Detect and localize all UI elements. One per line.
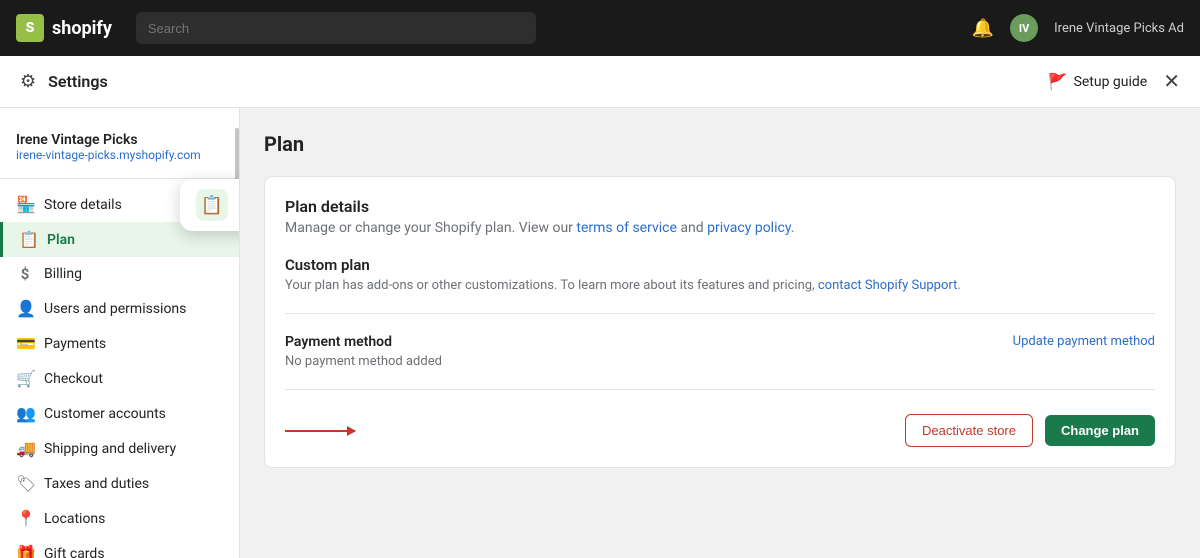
- change-plan-button[interactable]: Change plan: [1045, 415, 1155, 446]
- sidebar-item-label: Shipping and delivery: [44, 441, 176, 457]
- page-title: Plan: [264, 132, 1176, 156]
- custom-plan-desc-suffix: .: [957, 278, 960, 293]
- plan-details-desc: Manage or change your Shopify plan. View…: [285, 220, 1155, 236]
- update-payment-method-link[interactable]: Update payment method: [1013, 334, 1155, 349]
- avatar: IV: [1010, 14, 1038, 42]
- search-container: [136, 12, 536, 44]
- contact-shopify-support-link[interactable]: contact Shopify Support: [818, 278, 958, 293]
- sidebar: Irene Vintage Picks irene-vintage-picks.…: [0, 108, 240, 558]
- plan-icon: 📋: [19, 230, 37, 249]
- actions-row: Deactivate store Change plan: [285, 410, 1155, 447]
- plan-details-desc-text: Manage or change your Shopify plan. View…: [285, 220, 576, 236]
- locations-icon: 📍: [16, 509, 34, 528]
- setup-guide-button[interactable]: 🚩 Setup guide: [1048, 72, 1148, 91]
- store-name: Irene Vintage Picks: [16, 132, 223, 148]
- logo-icon: S: [16, 14, 44, 42]
- content-area: Plan Plan details Manage or change your …: [240, 108, 1200, 558]
- plan-details-card: Plan details Manage or change your Shopi…: [264, 176, 1176, 468]
- close-button[interactable]: ✕: [1163, 69, 1180, 94]
- notifications-icon[interactable]: 🔔: [972, 18, 994, 39]
- callout-plan-icon: 📋: [196, 189, 228, 221]
- payment-method-section: Payment method No payment method added U…: [285, 334, 1155, 390]
- search-input[interactable]: [136, 12, 536, 44]
- store-details-icon: 🏪: [16, 195, 34, 214]
- sidebar-item-label: Taxes and duties: [44, 476, 149, 492]
- users-icon: 👤: [16, 299, 34, 318]
- main-layout: Irene Vintage Picks irene-vintage-picks.…: [0, 108, 1200, 558]
- settings-bar-right: 🚩 Setup guide ✕: [1048, 69, 1180, 94]
- arrow-line: [285, 430, 355, 432]
- sidebar-item-shipping-and-delivery[interactable]: 🚚 Shipping and delivery: [0, 431, 239, 466]
- nav-item-plan-wrapper: 🏪 Store details 📋 Plan 📋 Plan: [0, 187, 239, 257]
- billing-icon: $: [16, 265, 34, 283]
- sidebar-item-checkout[interactable]: 🛒 Checkout: [0, 361, 239, 396]
- callout-label: Plan: [238, 196, 240, 214]
- payment-method-label: Payment method: [285, 334, 442, 350]
- user-label: Irene Vintage Picks Ad: [1054, 21, 1184, 36]
- sidebar-item-gift-cards[interactable]: 🎁 Gift cards: [0, 536, 239, 558]
- custom-plan-desc: Your plan has add-ons or other customiza…: [285, 278, 1155, 293]
- sidebar-item-locations[interactable]: 📍 Locations: [0, 501, 239, 536]
- plan-details-and-text: and: [677, 220, 707, 236]
- plan-callout: 📋 Plan: [180, 179, 240, 231]
- settings-title: Settings: [48, 72, 108, 91]
- settings-bar: ⚙ Settings 🚩 Setup guide ✕: [0, 56, 1200, 108]
- sidebar-item-label: Checkout: [44, 371, 103, 387]
- sidebar-item-label: Customer accounts: [44, 406, 166, 422]
- sidebar-item-label: Billing: [44, 266, 82, 282]
- sidebar-item-users-and-permissions[interactable]: 👤 Users and permissions: [0, 291, 239, 326]
- payment-method-info: Payment method No payment method added: [285, 334, 442, 369]
- plan-details-suffix: .: [791, 220, 795, 236]
- sidebar-item-label: Store details: [44, 197, 122, 213]
- setup-guide-label: Setup guide: [1074, 74, 1148, 90]
- customer-accounts-icon: 👥: [16, 404, 34, 423]
- terms-of-service-link[interactable]: terms of service: [576, 220, 677, 236]
- logo: S shopify: [16, 14, 112, 42]
- sidebar-item-label: Plan: [47, 232, 75, 248]
- sidebar-item-label: Locations: [44, 511, 105, 527]
- shipping-icon: 🚚: [16, 439, 34, 458]
- gift-cards-icon: 🎁: [16, 544, 34, 558]
- checkout-icon: 🛒: [16, 369, 34, 388]
- payments-icon: 💳: [16, 334, 34, 353]
- flag-icon: 🚩: [1048, 72, 1068, 91]
- deactivate-store-button[interactable]: Deactivate store: [905, 414, 1033, 447]
- custom-plan-name: Custom plan: [285, 256, 1155, 274]
- sidebar-item-taxes-and-duties[interactable]: 🏷 Taxes and duties: [0, 466, 239, 501]
- store-url[interactable]: irene-vintage-picks.myshopify.com: [16, 148, 223, 162]
- custom-plan-desc-prefix: Your plan has add-ons or other customiza…: [285, 278, 818, 293]
- store-info: Irene Vintage Picks irene-vintage-picks.…: [0, 124, 239, 179]
- taxes-icon: 🏷: [16, 474, 34, 493]
- payment-method-value: No payment method added: [285, 354, 442, 369]
- sidebar-item-label: Users and permissions: [44, 301, 186, 317]
- sidebar-item-label: Payments: [44, 336, 106, 352]
- sidebar-item-billing[interactable]: $ Billing: [0, 257, 239, 291]
- gear-icon: ⚙: [20, 71, 36, 92]
- privacy-policy-link[interactable]: privacy policy: [707, 220, 791, 236]
- topbar: S shopify 🔔 IV Irene Vintage Picks Ad: [0, 0, 1200, 56]
- sidebar-item-customer-accounts[interactable]: 👥 Customer accounts: [0, 396, 239, 431]
- arrow-indicator: [285, 430, 355, 432]
- topbar-right: 🔔 IV Irene Vintage Picks Ad: [972, 14, 1184, 42]
- plan-details-title: Plan details: [285, 197, 1155, 216]
- arrow-head: [347, 426, 356, 436]
- sidebar-item-label: Gift cards: [44, 546, 105, 558]
- custom-plan-section: Custom plan Your plan has add-ons or oth…: [285, 256, 1155, 314]
- sidebar-item-payments[interactable]: 💳 Payments: [0, 326, 239, 361]
- payment-method-row: Payment method No payment method added U…: [285, 334, 1155, 369]
- logo-text: shopify: [52, 18, 112, 39]
